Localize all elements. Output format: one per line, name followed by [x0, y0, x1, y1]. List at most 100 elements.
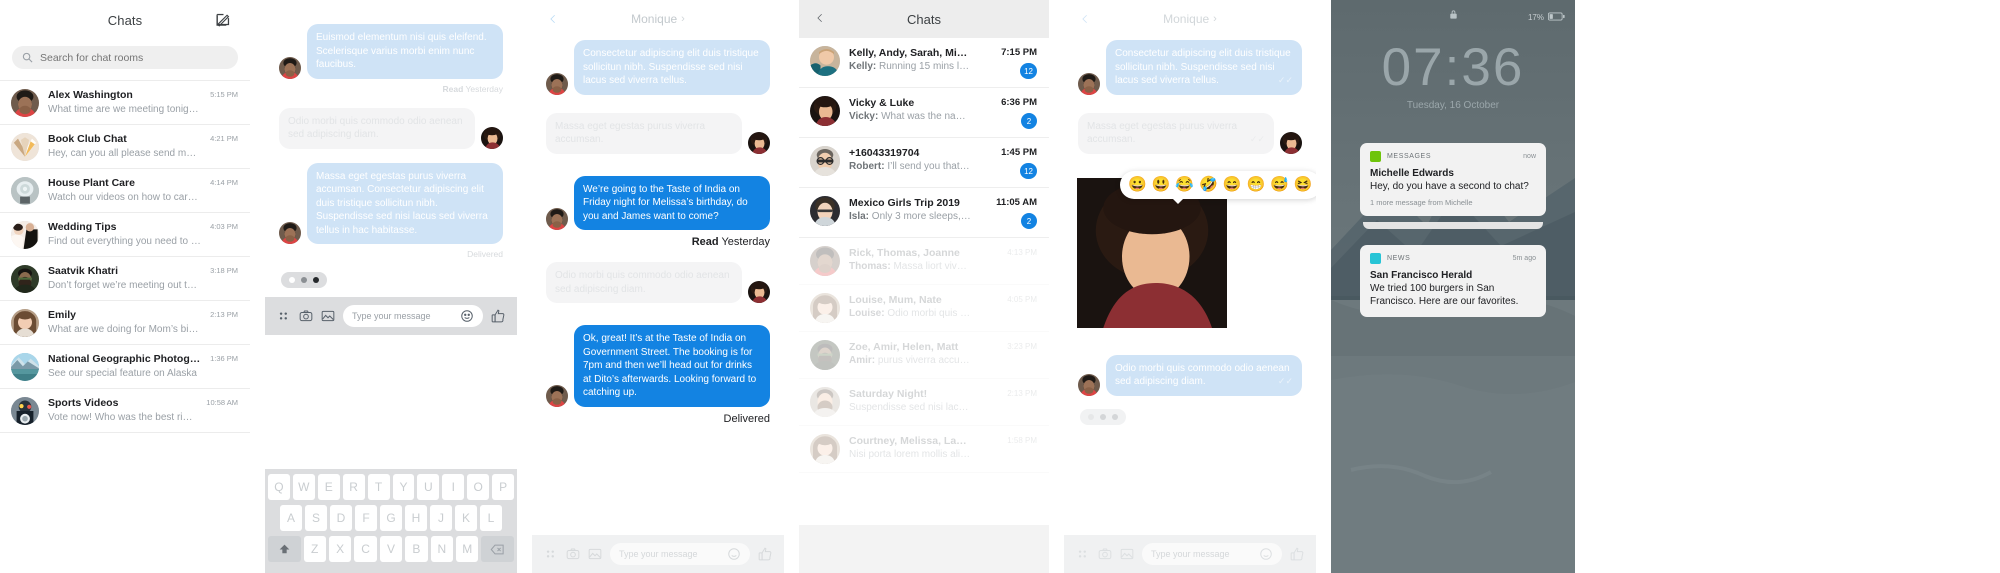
chat-snippet: Vote now! Who was the best rider in the… — [48, 412, 197, 423]
key-m[interactable]: M — [456, 536, 479, 562]
notification-header: NEWS 5m ago — [1370, 253, 1536, 264]
key-h[interactable]: H — [405, 505, 427, 531]
apps-grid-icon[interactable] — [277, 309, 291, 323]
chat-snippet: Find out everything you need to know… — [48, 236, 202, 247]
list-item[interactable]: National Geographic Photography See our … — [0, 345, 250, 389]
notification-app-name: MESSAGES — [1387, 153, 1432, 160]
photo-gallery-icon[interactable] — [1120, 547, 1134, 561]
key-n[interactable]: N — [430, 536, 454, 562]
key-a[interactable]: A — [280, 505, 302, 531]
reaction-emoji[interactable]: 😀 — [1128, 176, 1147, 194]
chat-name: Vicky & Luke — [849, 97, 915, 109]
key-b[interactable]: B — [405, 536, 428, 562]
emoji-reaction-bar[interactable]: 😀 😃 😂 🤣 😄 😁 😅 😆 — [1120, 171, 1316, 204]
camera-icon[interactable] — [1098, 547, 1112, 561]
compose-pencil-icon[interactable] — [215, 11, 232, 28]
shift-arrow-icon[interactable] — [268, 536, 301, 562]
thumbs-up-icon[interactable] — [758, 547, 772, 561]
snippet-sender: Louise: — [849, 308, 885, 319]
key-c[interactable]: C — [354, 536, 377, 562]
receipt-status: Read — [691, 236, 719, 248]
emoji-icon[interactable] — [727, 547, 741, 561]
camera-icon[interactable] — [566, 547, 580, 561]
key-s[interactable]: S — [305, 505, 327, 531]
list-item[interactable]: Book Club Chat Hey, can you all please s… — [0, 125, 250, 169]
back-chevron-icon[interactable] — [815, 10, 825, 26]
list-item[interactable]: Sports Videos Vote now! Who was the best… — [0, 389, 250, 433]
key-x[interactable]: X — [328, 536, 352, 562]
table-row[interactable]: Zoe, Amir, Helen, Matt Amir: purus viver… — [799, 332, 1049, 379]
table-row[interactable]: Louise, Mum, Nate Louise: Odio morbi qui… — [799, 285, 1049, 332]
conversation-header: Monique › — [1064, 0, 1316, 38]
key-l[interactable]: L — [480, 505, 502, 531]
thumbs-up-icon[interactable] — [491, 309, 505, 323]
key-t[interactable]: T — [367, 474, 390, 500]
table-row[interactable]: Vicky & Luke Vicky: What was the name of… — [799, 88, 1049, 138]
thumbs-up-icon[interactable] — [1290, 547, 1304, 561]
chat-time: 3:18 PM — [210, 266, 238, 275]
chat-snippet: Watch our videos on how to care for… — [48, 192, 202, 203]
list-item[interactable]: Alex Washington What time are we meeting… — [0, 81, 250, 125]
back-chevron-icon[interactable] — [548, 11, 558, 27]
chat-time: 7:15 PM — [1001, 47, 1037, 58]
key-p[interactable]: P — [492, 474, 515, 500]
notification-more: 1 more message from Michelle — [1370, 198, 1473, 207]
avatar — [810, 387, 840, 417]
table-row[interactable]: Saturday Night! Suspendisse sed nisi lac… — [799, 379, 1049, 426]
message-input[interactable]: Type your message — [1142, 543, 1282, 565]
key-d[interactable]: D — [330, 505, 352, 531]
chevron-right-icon[interactable]: › — [681, 13, 685, 25]
message-input[interactable]: Type your message — [610, 543, 750, 565]
list-item[interactable]: House Plant Care Watch our videos on how… — [0, 169, 250, 213]
key-y[interactable]: Y — [392, 474, 415, 500]
list-item[interactable]: Emily What are we doing for Mom’s birthd… — [0, 301, 250, 345]
reaction-emoji[interactable]: 😄 — [1223, 176, 1242, 194]
emoji-icon[interactable] — [460, 309, 474, 323]
notification-card[interactable]: NEWS 5m ago San Francisco Herald We trie… — [1360, 245, 1546, 317]
key-e[interactable]: E — [317, 474, 340, 500]
panel-conversation-photo: Monique › Consectetur adipiscing elit du… — [1064, 0, 1316, 573]
bubble-text: Odio morbi quis commodo odio aenean sed … — [279, 107, 475, 149]
key-i[interactable]: I — [442, 474, 465, 500]
notification-card[interactable]: MESSAGES now Michelle Edwards Hey, do yo… — [1360, 143, 1546, 216]
key-o[interactable]: O — [467, 474, 490, 500]
table-row[interactable]: Mexico Girls Trip 2019 Isla: Only 3 more… — [799, 188, 1049, 238]
table-row[interactable]: Courtney, Melissa, Laura Nisi porta lore… — [799, 426, 1049, 473]
table-row[interactable]: Kelly, Andy, Sarah, Mick, Tom, Joe Kelly… — [799, 38, 1049, 88]
backspace-icon[interactable] — [481, 536, 514, 562]
reaction-emoji[interactable]: 🤣 — [1199, 176, 1218, 194]
key-r[interactable]: R — [342, 474, 365, 500]
list-item[interactable]: Saatvik Khatri Don’t forget we’re meetin… — [0, 257, 250, 301]
photo-gallery-icon[interactable] — [321, 309, 335, 323]
reaction-emoji[interactable]: 😁 — [1246, 176, 1265, 194]
search-input[interactable] — [40, 51, 228, 64]
key-g[interactable]: G — [380, 505, 402, 531]
key-j[interactable]: J — [430, 505, 452, 531]
chevron-right-icon[interactable]: › — [1213, 13, 1217, 25]
message-input[interactable]: Type your message — [343, 305, 483, 327]
key-z[interactable]: Z — [303, 536, 326, 562]
reaction-emoji[interactable]: 😂 — [1175, 176, 1194, 194]
back-chevron-icon[interactable] — [1080, 11, 1090, 27]
key-q[interactable]: Q — [267, 474, 290, 500]
message-photo[interactable] — [1064, 178, 1316, 333]
chat-name: Alex Washington — [48, 89, 133, 101]
table-row[interactable]: Rick, Thomas, Joanne Thomas: Massa liort… — [799, 238, 1049, 285]
apps-grid-icon[interactable] — [544, 547, 558, 561]
key-v[interactable]: V — [379, 536, 403, 562]
key-k[interactable]: K — [455, 505, 477, 531]
chat-snippet: Thomas: Massa liort viverra accumsan — [849, 260, 972, 274]
camera-icon[interactable] — [299, 309, 313, 323]
reaction-emoji[interactable]: 😃 — [1152, 176, 1171, 194]
apps-grid-icon[interactable] — [1076, 547, 1090, 561]
key-u[interactable]: U — [417, 474, 440, 500]
reaction-emoji[interactable]: 😅 — [1270, 176, 1289, 194]
key-f[interactable]: F — [355, 505, 377, 531]
reaction-emoji[interactable]: 😆 — [1294, 176, 1313, 194]
search-bar[interactable] — [12, 46, 238, 69]
list-item[interactable]: Wedding Tips Find out everything you nee… — [0, 213, 250, 257]
emoji-icon[interactable] — [1259, 547, 1273, 561]
photo-gallery-icon[interactable] — [588, 547, 602, 561]
table-row[interactable]: +16043319704 Robert: I’ll send you that … — [799, 138, 1049, 188]
key-w[interactable]: W — [292, 474, 315, 500]
